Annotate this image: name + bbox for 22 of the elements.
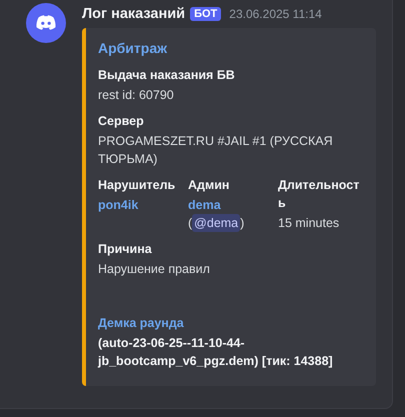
message-timestamp: 23.06.2025 11:14: [229, 7, 322, 21]
field-name: Сервер: [98, 113, 144, 130]
user-link[interactable]: pon4ik: [98, 196, 138, 214]
user-link[interactable]: dema: [188, 196, 221, 214]
field-name: Причина: [98, 241, 152, 258]
field-name: Длительность: [278, 177, 360, 212]
field-value: (auto-23-06-25--11-10-44-jb_bootcamp_v6_pgz.dem) [тик: 14388]: [98, 335, 334, 370]
field-value: rest id: 60790: [98, 87, 174, 104]
field-name: Выдача наказания БВ: [98, 67, 235, 84]
field-value: 15 minutes: [278, 215, 340, 232]
field-name: Нарушитель: [98, 177, 176, 194]
avatar-icon[interactable]: [26, 3, 66, 43]
author-name[interactable]: Лог наказаний: [82, 6, 186, 22]
field-link[interactable]: Демка раунда: [98, 314, 184, 332]
field-value: Нарушение правил: [98, 261, 210, 278]
field-name: Админ: [188, 177, 230, 194]
embed-title: Арбитраж: [98, 40, 168, 56]
field-value: ): [240, 215, 244, 232]
field-value: PROGAMESZET.RU #JAIL #1 (РУССКАЯ ТЮРЬМА): [98, 133, 334, 168]
field-value: (: [188, 215, 192, 232]
user-mention[interactable]: @dema: [192, 214, 240, 232]
bot-badge: БОТ: [190, 7, 222, 21]
